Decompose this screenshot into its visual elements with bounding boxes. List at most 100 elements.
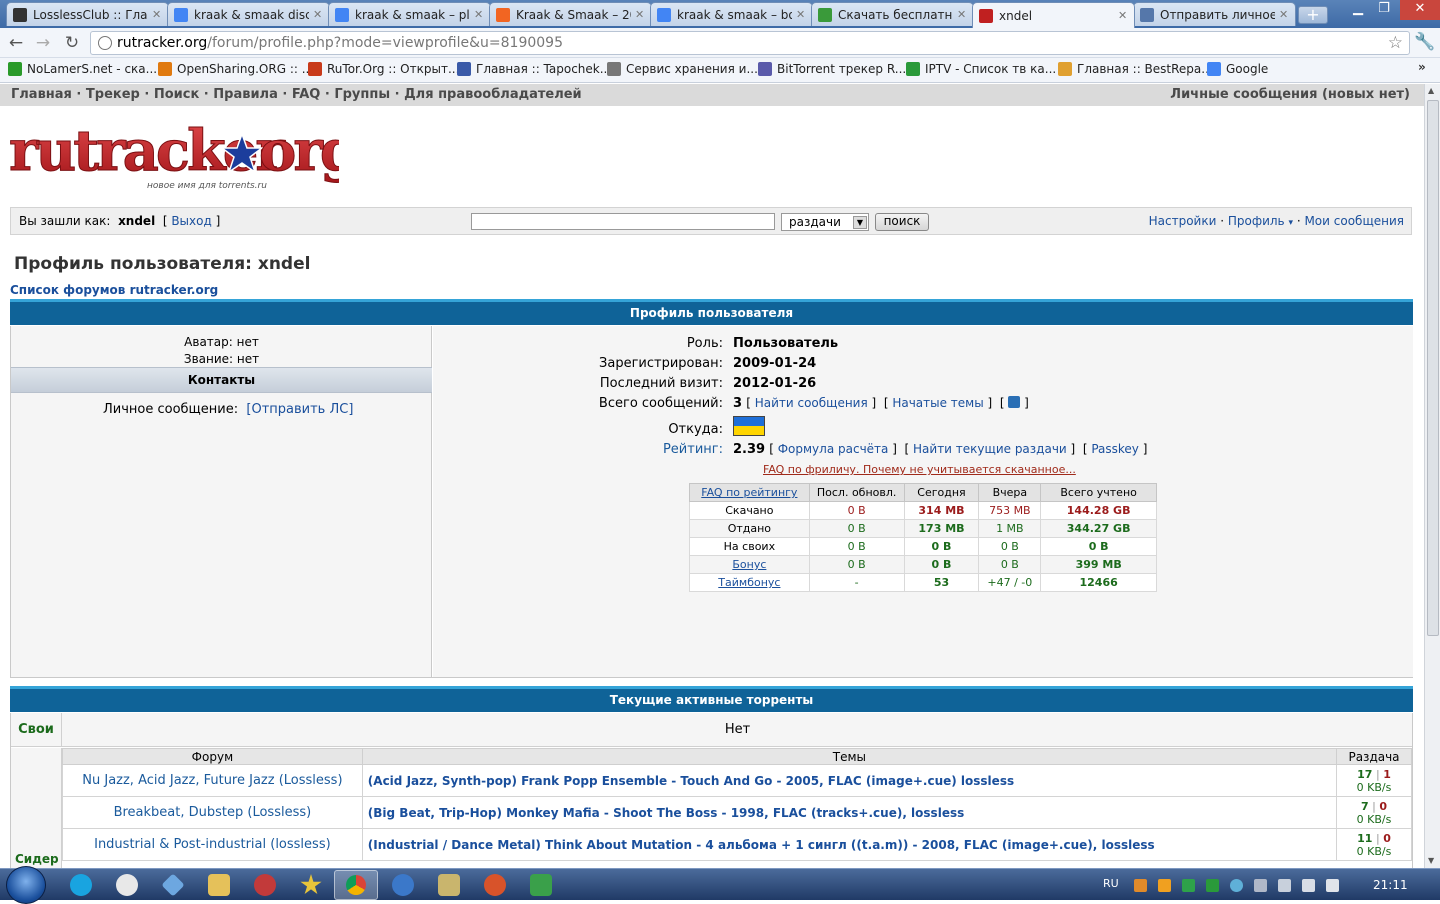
passkey-link[interactable]: Passkey [1091,442,1139,456]
action-center-flag-icon[interactable] [1326,879,1339,892]
profile-menu-icon[interactable]: ▾ [1288,218,1293,228]
scroll-up-icon[interactable]: ▲ [1428,86,1434,95]
media-icon[interactable] [254,874,276,896]
avatar-info: Аватар: нет Звание: нет [183,335,260,366]
torrent-forum-link[interactable]: Industrial & Post-industrial (lossless) [62,828,363,861]
forum-index-link[interactable]: Список форумов rutracker.org [10,283,218,297]
tab-close-icon[interactable]: ✕ [635,8,645,21]
bookmark-item[interactable]: RuTor.Org :: Открыт... [308,62,459,76]
tray-icon-5[interactable] [1230,879,1243,892]
back-icon[interactable]: ← [6,33,26,53]
logout-link[interactable]: Выход [171,214,211,228]
posts-label: Всего сообщений: [598,396,723,411]
skype-icon[interactable] [70,874,92,896]
reload-icon[interactable]: ↻ [62,33,82,53]
bookmark-item[interactable]: Главная :: Tapochek... [457,62,611,76]
search-input[interactable] [471,213,775,230]
find-posts-link[interactable]: Найти сообщения [755,396,868,410]
stats-row-label[interactable]: Бонус [689,555,810,574]
forward-icon[interactable]: → [33,33,53,53]
ie-icon[interactable] [392,874,414,896]
browser-tab[interactable]: LosslessClub :: Главн ✕ [6,2,169,26]
send-pm-link[interactable]: [Отправить ЛС] [246,402,353,417]
language-indicator[interactable]: RU [1103,877,1119,890]
rutracker-logo[interactable]: rutracker org новое имя для torrents.ru [9,122,339,192]
bookmarks-overflow-icon[interactable]: » [1418,60,1426,74]
shield-icon[interactable] [1182,879,1195,892]
torrent-topic-link[interactable]: (Big Beat, Trip-Hop) Monkey Mafia - Shoo… [361,796,1338,829]
tray-icon-2[interactable] [1158,879,1171,892]
address-bar[interactable]: rutracker.org/forum/profile.php?mode=vie… [90,31,1410,55]
bookmark-item[interactable]: IPTV - Список тв ка... [906,62,1056,76]
page-info-icon[interactable] [98,36,112,50]
rss-icon[interactable] [1008,396,1021,408]
chrome-taskbar-button[interactable] [334,870,378,900]
pm-status-link[interactable]: Личные сообщения (новых нет) [1170,84,1410,106]
volume-icon[interactable] [1302,879,1315,892]
seed-speed: 0 KB/s [1356,781,1392,794]
firefox-icon[interactable] [484,874,506,896]
browser-tab[interactable]: kraak & smaak disco ✕ [167,2,330,26]
bookmark-item[interactable]: OpenSharing.ORG :: ... [158,62,313,76]
faq-rating-link[interactable]: FAQ по рейтингу [689,483,810,502]
bestrepack-icon [1058,62,1072,76]
tab-close-icon[interactable]: ✕ [1279,8,1289,21]
tray-icon-1[interactable] [1134,879,1147,892]
bookmark-item[interactable]: Google [1207,62,1268,76]
find-current-seeds-link[interactable]: Найти текущие раздачи [913,442,1067,456]
stats-cell: 0 B [903,555,980,574]
tab-close-icon[interactable]: ✕ [152,8,162,21]
bookmark-star-icon[interactable]: ☆ [1388,32,1403,54]
favorites-star-icon[interactable] [300,874,322,895]
tab-close-icon[interactable]: ✕ [957,8,967,21]
browser-tab[interactable]: Отправить личное с ✕ [1133,2,1296,26]
top-nav-links[interactable]: Главная · Трекер · Поиск · Правила · FAQ… [11,87,582,102]
profile-link[interactable]: Профиль [1228,214,1285,228]
tab-close-icon[interactable]: ✕ [1118,9,1128,22]
bookmark-item[interactable]: Главная :: BestRepa... [1058,62,1213,76]
torrent-forum-link[interactable]: Nu Jazz, Acid Jazz, Future Jazz (Lossles… [62,764,363,797]
search-button[interactable]: поиск [875,213,929,231]
maximize-button[interactable]: ❐ [1370,0,1398,20]
tray-h-icon[interactable] [1206,879,1219,892]
browser-tab[interactable]: Скачать бесплатно. ✕ [811,2,974,26]
browser-tab[interactable]: kraak & smaak – plas ✕ [328,2,491,26]
page-scrollbar[interactable]: ▲ ▼ [1424,84,1440,868]
search-scope-select[interactable]: раздачи ▼ [781,213,869,231]
rating-formula-link[interactable]: Формула расчёта [778,442,889,456]
faq-freeleech-link[interactable]: FAQ по фриличу. Почему не учитывается ск… [763,463,1076,476]
scrollbar-thumb[interactable] [1427,100,1439,636]
torrent-forum-link[interactable]: Breakbeat, Dubstep (Lossless) [62,796,363,829]
tray-icon-6[interactable] [1254,879,1267,892]
start-button[interactable] [6,866,46,904]
tab-close-icon[interactable]: ✕ [313,8,323,21]
tab-close-icon[interactable]: ✕ [796,8,806,21]
browser-tab[interactable]: xndel ✕ [972,2,1135,28]
tab-close-icon[interactable]: ✕ [474,8,484,21]
notepad-icon[interactable] [438,874,460,896]
user-links: Настройки · Профиль ▾ · Мои сообщения [1148,214,1404,228]
utorrent-icon[interactable] [530,874,552,896]
browser-tab[interactable]: kraak & smaak – boo ✕ [650,2,813,26]
rating-label[interactable]: Рейтинг: [433,442,723,457]
scroll-down-icon[interactable]: ▼ [1428,856,1434,865]
close-window-button[interactable]: ✕ [1400,0,1440,20]
torrent-topic-link[interactable]: (Acid Jazz, Synth-pop) Frank Popp Ensemb… [361,764,1338,797]
bookmark-item[interactable]: BitTorrent трекер R... [758,62,906,76]
my-messages-link[interactable]: Мои сообщения [1304,214,1404,228]
folder-icon[interactable] [208,874,230,896]
network-icon[interactable] [161,873,185,897]
settings-link[interactable]: Настройки [1149,214,1217,228]
bookmark-item[interactable]: Сервис хранения и... [607,62,758,76]
new-tab-button[interactable]: + [1298,6,1328,24]
network-tray-icon[interactable] [1278,879,1291,892]
alien-icon[interactable] [116,874,138,896]
wrench-menu-icon[interactable]: 🔧 [1414,32,1435,52]
stats-row-label[interactable]: Таймбонус [689,573,810,592]
minimize-button[interactable]: ▁ [1344,0,1372,20]
bookmark-item[interactable]: NoLamerS.net - ска... [8,62,157,76]
started-topics-link[interactable]: Начатые темы [892,396,983,410]
clock[interactable]: 21:11 [1373,878,1408,892]
browser-tab[interactable]: Kraak & Smaak – 200 ✕ [489,2,652,26]
torrent-topic-link[interactable]: (Industrial / Dance Metal) Think About M… [361,828,1338,861]
